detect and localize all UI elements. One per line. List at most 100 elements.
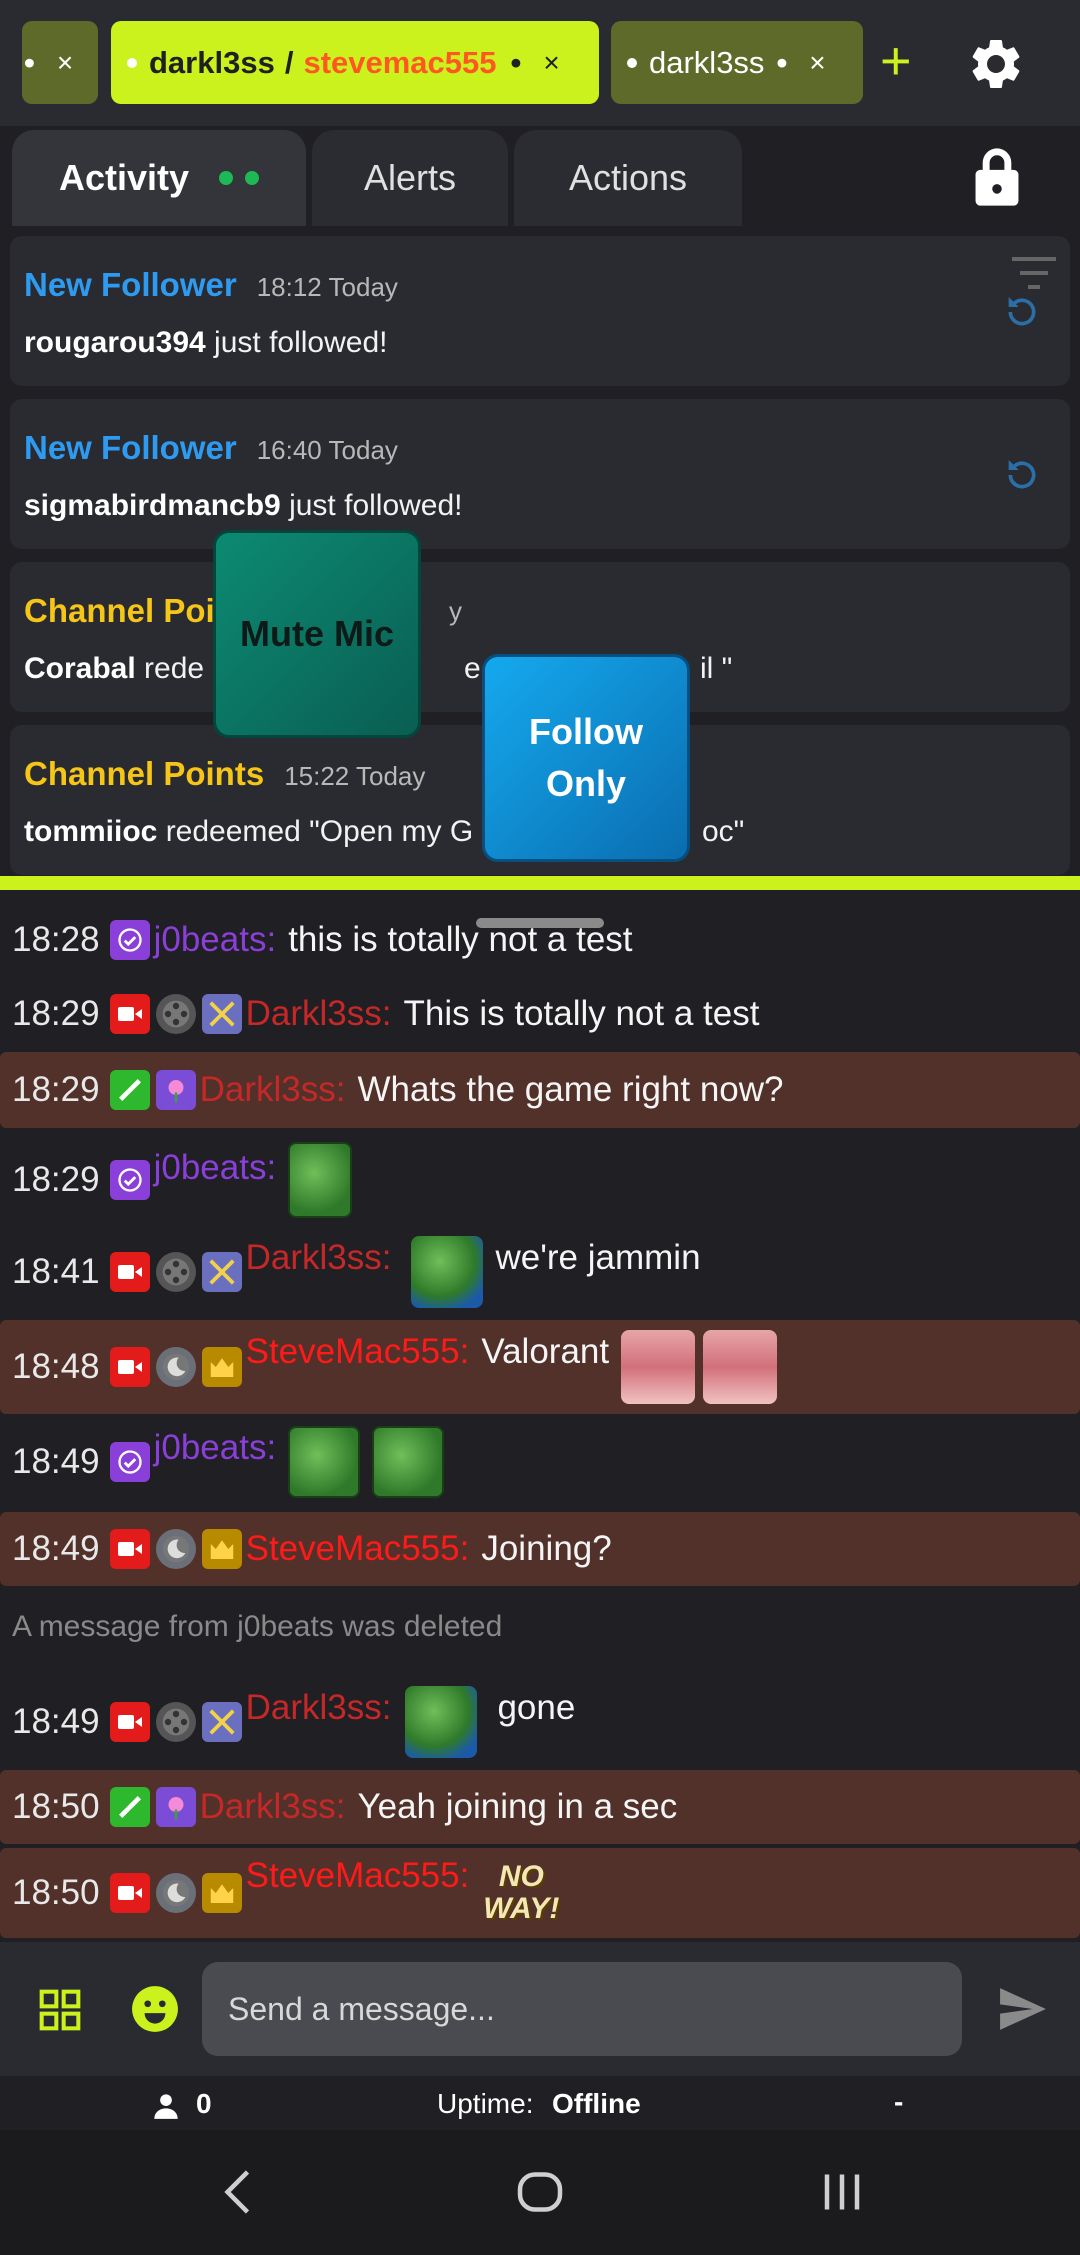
verified-badge-icon xyxy=(109,1442,150,1482)
close-tab-icon[interactable]: × xyxy=(809,47,825,79)
tab-dot-icon xyxy=(627,57,637,68)
chat-message[interactable]: 18:49 Darkl3ss: gone xyxy=(0,1680,1080,1764)
sword-badge-icon xyxy=(109,1070,150,1110)
message-time: 18:41 xyxy=(12,1252,100,1291)
chat-message-highlighted[interactable]: 18:48 SteveMac555: Valorant xyxy=(0,1320,1080,1414)
message-time: 18:50 xyxy=(12,1873,100,1912)
tab-separator: / xyxy=(284,44,294,80)
person-icon xyxy=(154,2094,178,2119)
tab-actions[interactable]: Actions xyxy=(514,130,742,226)
message-text: This is totally not a test xyxy=(403,994,760,1033)
moon-badge-icon xyxy=(155,1529,196,1569)
activity-title: New Follower 16:40 Today xyxy=(24,429,398,466)
chat-tab-active[interactable]: darkl3ss / stevemac555 • × xyxy=(111,21,599,104)
message-input[interactable] xyxy=(202,1962,962,2056)
gear-icon[interactable] xyxy=(966,34,1026,94)
viewer-count: 0 xyxy=(196,2088,212,2119)
recent-apps-icon[interactable] xyxy=(812,2162,872,2222)
pepe-emote-icon xyxy=(372,1426,445,1498)
message-username[interactable]: SteveMac555: xyxy=(246,1332,470,1372)
moon-badge-icon xyxy=(155,1873,196,1913)
tab-activity[interactable]: Activity xyxy=(12,130,306,226)
message-username[interactable]: Darkl3ss: xyxy=(246,994,392,1034)
tab-actions-label: Actions xyxy=(568,157,688,198)
message-time: 18:48 xyxy=(12,1347,100,1386)
message-username[interactable]: Darkl3ss: xyxy=(246,1238,392,1278)
tab-user-label: darkl3ss xyxy=(149,44,275,80)
tab-activity-label: Activity xyxy=(58,157,190,198)
activity-card[interactable]: New Follower 18:12 Today rougarou394 just… xyxy=(10,236,1070,386)
message-text: we're jammin xyxy=(495,1238,701,1277)
chat-message-highlighted[interactable]: 18:29 Darkl3ss: Whats the game right now… xyxy=(0,1052,1080,1128)
message-username[interactable]: j0beats: xyxy=(154,1148,277,1188)
chat-message[interactable]: 18:29 Darkl3ss: This is totally not a te… xyxy=(0,988,1080,1040)
chat-tab-partial[interactable]: • × xyxy=(22,21,98,104)
message-username[interactable]: Darkl3ss: xyxy=(200,1070,346,1110)
activity-time: 18:12 Today xyxy=(256,272,398,302)
message-username[interactable]: SteveMac555: xyxy=(246,1856,470,1896)
activity-user: rougarou394 xyxy=(24,326,206,359)
activity-title: Channel Poi y xyxy=(24,592,462,629)
message-time: 18:29 xyxy=(12,1070,100,1109)
message-text: Joining? xyxy=(481,1529,612,1568)
message-username[interactable]: j0beats: xyxy=(154,1428,277,1468)
home-icon[interactable] xyxy=(510,2162,570,2222)
status-dot-icon xyxy=(245,171,260,185)
tab-alerts-label: Alerts xyxy=(363,157,457,198)
chat-message[interactable]: 18:29 j0beats: xyxy=(0,1140,1080,1220)
add-tab-button[interactable]: + xyxy=(880,30,912,92)
activity-time: 15:22 Today xyxy=(284,761,426,791)
emoji-icon[interactable] xyxy=(130,1984,180,2034)
chat-message-highlighted[interactable]: 18:50 SteveMac555: NO WAY! xyxy=(0,1848,1080,1938)
close-tab-icon[interactable]: × xyxy=(543,47,559,79)
filter-icon[interactable] xyxy=(1012,256,1056,290)
activity-card[interactable]: New Follower 16:40 Today sigmabirdmancb9 … xyxy=(10,399,1070,549)
message-time: 18:49 xyxy=(12,1442,100,1481)
message-username[interactable]: Darkl3ss: xyxy=(246,1688,392,1728)
lock-icon[interactable] xyxy=(972,146,1022,208)
emote-grid-icon[interactable] xyxy=(38,1988,82,2032)
message-time: 18:29 xyxy=(12,994,100,1033)
verified-badge-icon xyxy=(109,920,150,960)
tab-label: darkl3ss xyxy=(649,44,765,80)
chat-message[interactable]: 18:49 j0beats: xyxy=(0,1420,1080,1504)
message-text: gone xyxy=(497,1688,576,1727)
activity-title: Channel Points 15:22 Today xyxy=(24,755,426,792)
chat-message[interactable]: 18:28 j0beats: this is totally not a tes… xyxy=(0,914,1080,966)
tab-dot-icon xyxy=(127,57,137,68)
crown-badge-icon xyxy=(201,1529,242,1569)
crossed-swords-badge-icon xyxy=(201,994,242,1034)
chat-message-highlighted[interactable]: 18:49 SteveMac555: Joining? xyxy=(0,1512,1080,1586)
chat-message-highlighted[interactable]: 18:50 Darkl3ss: Yeah joining in a sec xyxy=(0,1770,1080,1844)
message-username[interactable]: j0beats: xyxy=(154,920,277,960)
chat-tab-darkl3ss[interactable]: darkl3ss • × xyxy=(611,21,863,104)
message-text: Valorant xyxy=(481,1332,610,1371)
panel-divider[interactable] xyxy=(0,876,1080,890)
mute-mic-button[interactable]: Mute Mic xyxy=(213,530,421,738)
message-text: Whats the game right now? xyxy=(357,1070,784,1109)
close-tab-icon[interactable]: × xyxy=(57,47,73,79)
chat-tab-strip: • × darkl3ss / stevemac555 • × darkl3ss … xyxy=(0,0,1080,126)
film-reel-badge-icon xyxy=(155,1252,196,1292)
activity-user: Corabal xyxy=(24,652,136,685)
chat-message[interactable]: 18:41 Darkl3ss: we're jammin xyxy=(0,1228,1080,1316)
pepe-emote-icon xyxy=(405,1686,478,1758)
message-username[interactable]: Darkl3ss: xyxy=(200,1787,346,1827)
crossed-swords-badge-icon xyxy=(201,1702,242,1742)
replay-icon[interactable] xyxy=(1002,455,1042,495)
status-dot-icon xyxy=(219,171,234,185)
verified-badge-icon xyxy=(109,1160,150,1200)
film-reel-badge-icon xyxy=(155,1702,196,1742)
live-badge-icon xyxy=(109,1347,150,1387)
send-icon[interactable] xyxy=(998,1986,1048,2032)
status-dash: - xyxy=(894,2086,904,2117)
tab-alerts[interactable]: Alerts xyxy=(312,130,508,226)
follow-only-button[interactable]: Follow Only xyxy=(482,654,690,862)
activity-user: sigmabirdmancb9 xyxy=(24,489,281,522)
back-icon[interactable] xyxy=(210,2162,270,2222)
replay-icon[interactable] xyxy=(1002,292,1042,332)
message-time: 18:49 xyxy=(12,1702,100,1741)
message-text: Yeah joining in a sec xyxy=(357,1787,678,1826)
activity-user: tommiioc xyxy=(24,815,158,848)
message-username[interactable]: SteveMac555: xyxy=(246,1529,470,1569)
